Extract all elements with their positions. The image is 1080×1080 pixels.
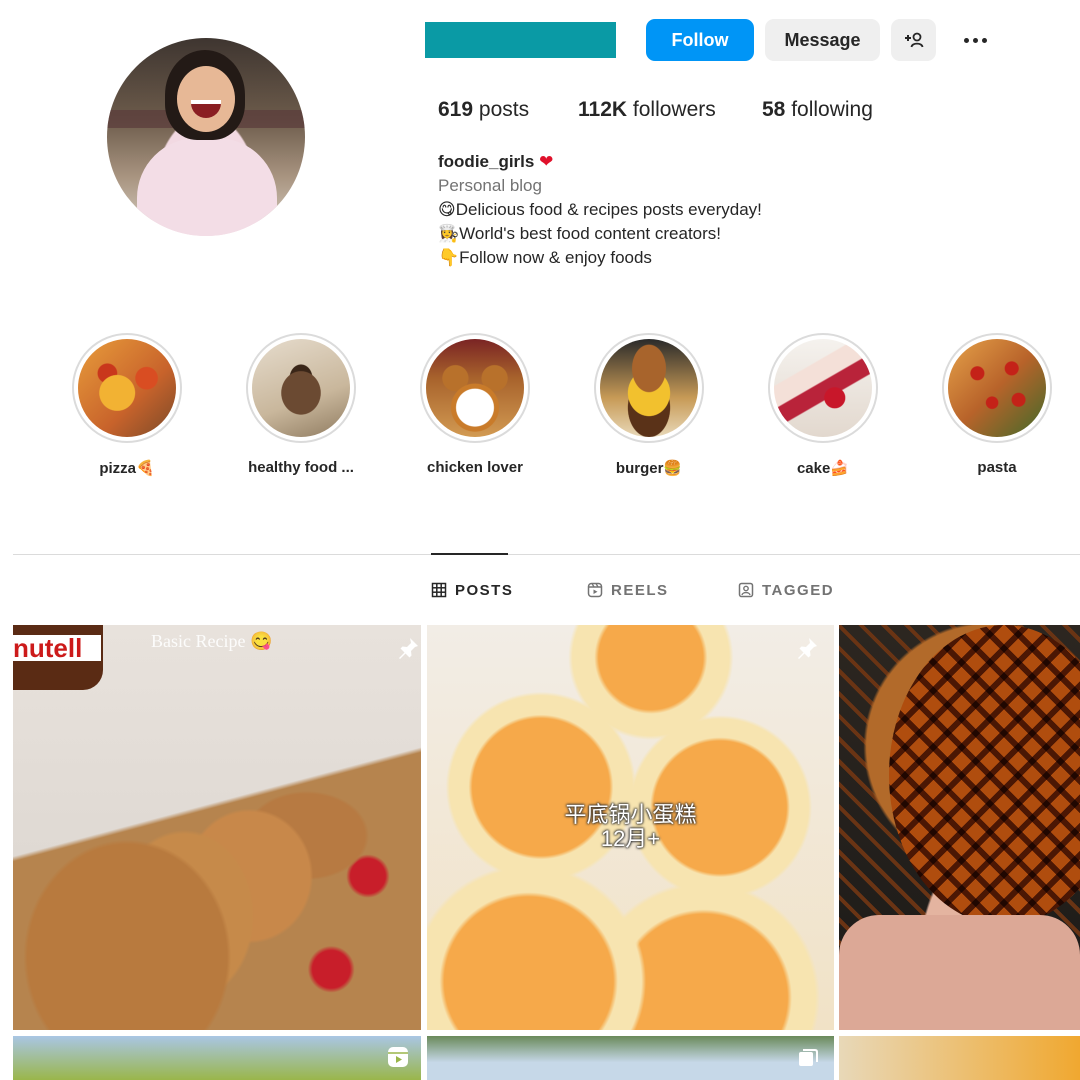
highlight-cover [774, 339, 872, 437]
pinned-icon [395, 635, 421, 661]
highlight-label: burger🍔 [615, 460, 683, 477]
tab-label: TAGGED [762, 581, 835, 599]
tab-reels[interactable]: REELS [587, 580, 669, 600]
highlight-cake[interactable]: cake🍰 [768, 333, 878, 477]
username-redacted [425, 22, 616, 58]
message-button[interactable]: Message [765, 19, 880, 61]
highlight-cover [78, 339, 176, 437]
avatar-shirt [137, 138, 277, 236]
highlight-burger[interactable]: burger🍔 [594, 333, 704, 477]
highlight-label: cake🍰 [796, 460, 850, 477]
add-user-icon [904, 32, 923, 48]
highlight-label: healthy food ... [248, 459, 354, 476]
post-tile[interactable] [13, 1036, 421, 1080]
tab-tagged[interactable]: TAGGED [738, 580, 834, 600]
bio-line: 👇Follow now & enjoy foods [438, 248, 652, 267]
pie-lattice [889, 625, 1080, 925]
tab-posts[interactable]: POSTS [431, 580, 513, 600]
tabs-divider [13, 554, 1080, 555]
tagged-icon [738, 582, 754, 598]
post-overlay-text: Basic Recipe 😋 [151, 631, 273, 651]
following-count[interactable]: 58 following [762, 98, 873, 122]
post-tile[interactable] [839, 1036, 1080, 1080]
highlight-cover [426, 339, 524, 437]
follow-button[interactable]: Follow [646, 19, 754, 61]
highlight-cover [252, 339, 350, 437]
reels-icon [587, 582, 603, 598]
carousel-icon [795, 1044, 821, 1070]
highlight-label: pizza🍕 [99, 460, 155, 477]
grid-icon [431, 582, 447, 598]
post-tile[interactable] [427, 1036, 834, 1080]
post-tile[interactable]: 平底锅小蛋糕 12月+ [427, 625, 834, 1030]
post-caption-overlay: 平底锅小蛋糕 12月+ [564, 802, 697, 851]
tab-label: REELS [611, 581, 669, 599]
profile-bio: foodie_girls ❤ Personal blog 😋Delicious … [438, 150, 762, 270]
profile-category: Personal blog [438, 176, 542, 195]
highlight-pizza[interactable]: pizza🍕 [72, 333, 182, 477]
posts-count: 619 posts [438, 98, 530, 121]
highlight-label: pasta [977, 459, 1017, 476]
followers-count[interactable]: 112K followers [578, 98, 716, 122]
reel-icon [385, 1044, 411, 1070]
active-tab-indicator [431, 553, 508, 555]
profile-avatar[interactable] [107, 38, 305, 236]
highlight-label: chicken lover [427, 459, 523, 476]
hand-graphic [839, 915, 1080, 1030]
tab-label: POSTS [455, 581, 514, 599]
highlight-chicken-lover[interactable]: chicken lover [420, 333, 530, 476]
post-tile[interactable]: nutell Basic Recipe 😋 [13, 625, 421, 1030]
more-options-icon [963, 37, 969, 43]
heart-emoji: ❤ [539, 152, 554, 171]
bio-line: 👩‍🍳World's best food content creators! [438, 224, 722, 243]
highlight-healthy-food[interactable]: healthy food ... [246, 333, 356, 476]
more-options-button[interactable] [955, 26, 995, 54]
pinned-icon [794, 635, 820, 661]
suggest-user-button[interactable] [891, 19, 936, 61]
avatar-face [177, 66, 235, 132]
display-name: foodie_girls [438, 152, 535, 171]
jar-graphic: nutell [13, 625, 103, 690]
highlight-pasta[interactable]: pasta [942, 333, 1052, 476]
highlight-cover [948, 339, 1046, 437]
highlight-cover [600, 339, 698, 437]
bio-line: 😋Delicious food & recipes posts everyday… [438, 200, 762, 219]
post-tile[interactable] [839, 625, 1080, 1030]
